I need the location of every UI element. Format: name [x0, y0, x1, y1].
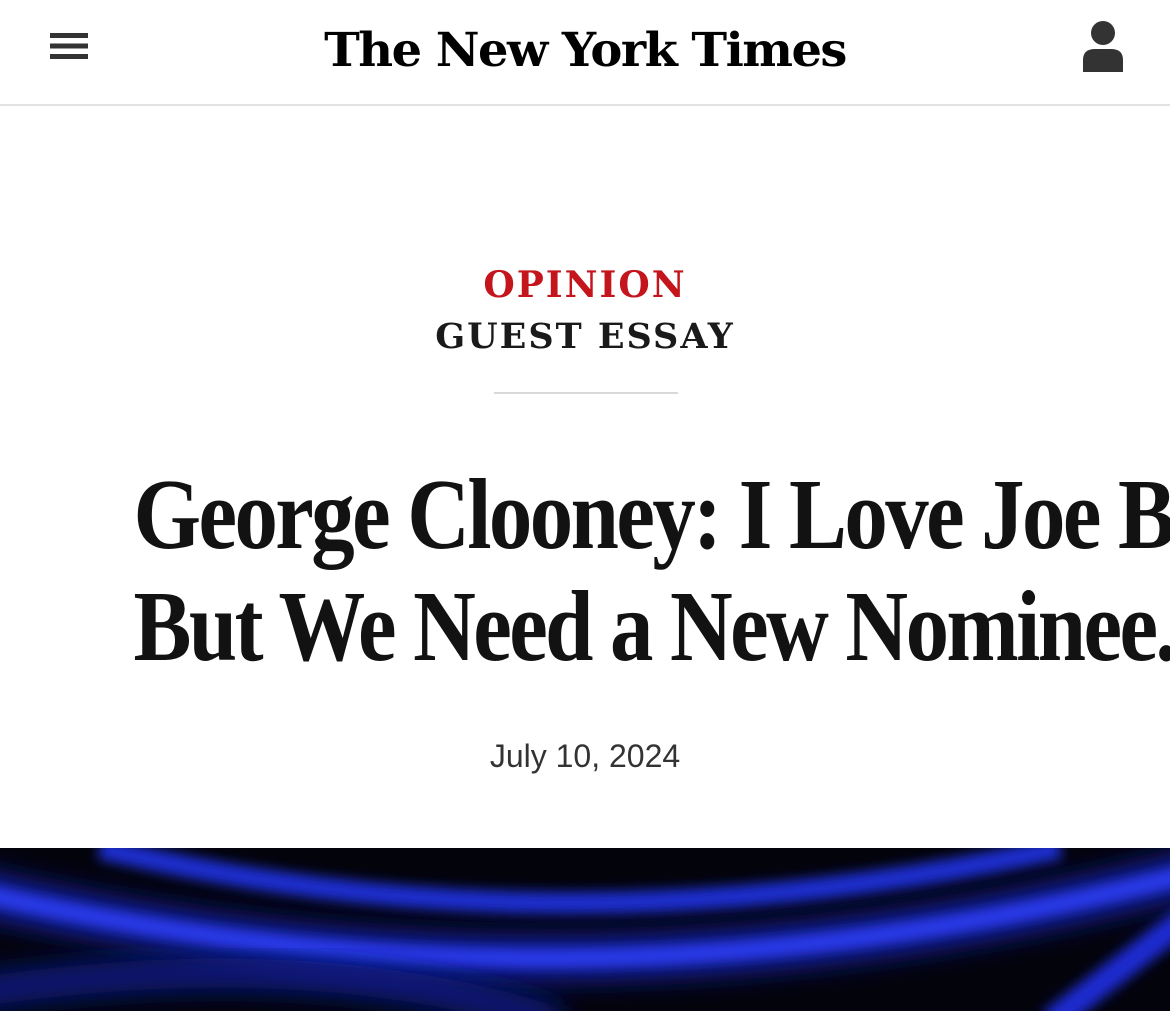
article-type-label: GUEST ESSAY — [435, 316, 735, 357]
publish-date: July 10, 2024 — [489, 738, 681, 774]
section-kicker[interactable]: OPINION — [0, 262, 1170, 308]
account-button[interactable] — [1076, 16, 1130, 76]
headline-line-1: George Clooney: I Love Joe Biden. — [133, 458, 1170, 570]
menu-button[interactable] — [44, 24, 94, 68]
user-account-icon — [1083, 21, 1123, 72]
lead-image[interactable] — [0, 848, 1170, 1011]
headline: George Clooney: I Love Joe Biden. But We… — [133, 458, 1170, 682]
lead-image-graphic — [0, 848, 1170, 1011]
nyt-logo[interactable]: The New York Times — [294, 10, 875, 90]
masthead: The New York Times — [0, 0, 1170, 106]
headline-line-2: But We Need a New Nominee. — [133, 570, 1170, 682]
divider — [494, 392, 678, 394]
hamburger-menu-icon — [50, 33, 88, 59]
article-page: The New York Times OPINION GUEST ESSAY G… — [0, 0, 1170, 1011]
